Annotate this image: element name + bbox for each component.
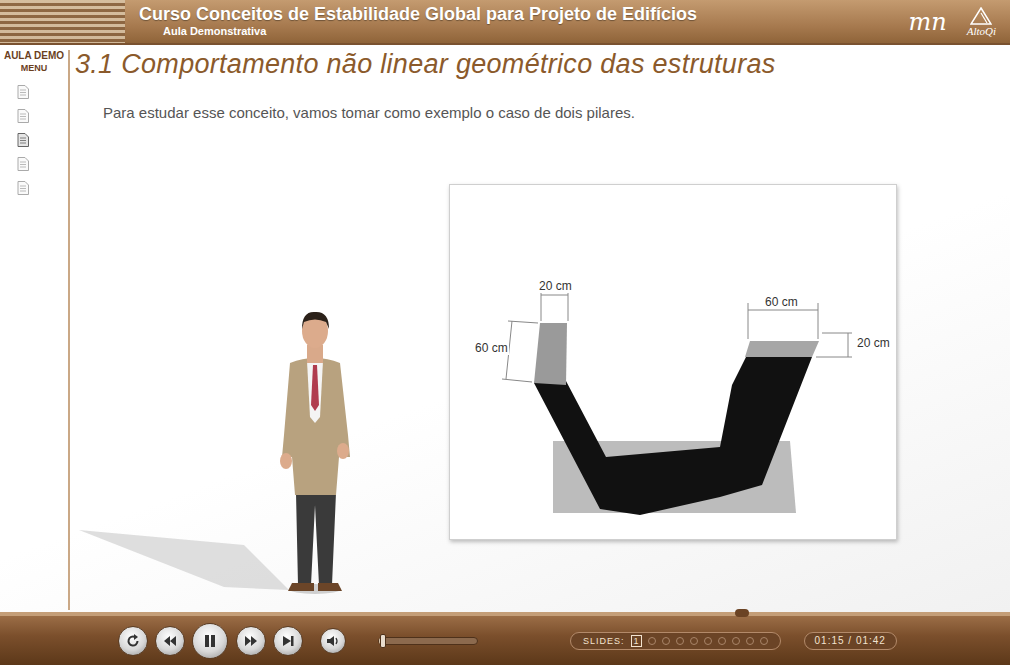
- pillars-figure: 20 cm 60 cm 60 cm 20 cm: [449, 184, 897, 540]
- sidebar-item[interactable]: [17, 109, 29, 127]
- rewind-button[interactable]: [155, 626, 185, 656]
- slide-item[interactable]: 1: [631, 635, 642, 647]
- dimension-label: 60 cm: [474, 341, 509, 355]
- menu-label: MENU: [21, 62, 48, 74]
- sidebar-item[interactable]: [17, 181, 29, 199]
- sidebar-items: [0, 85, 29, 199]
- pillars-diagram-icon: [450, 185, 898, 541]
- replay-icon: [125, 633, 141, 649]
- slide-item[interactable]: [662, 637, 670, 645]
- mn-logo: mn: [908, 8, 946, 36]
- forward-icon: [243, 633, 259, 649]
- skip-end-icon: [280, 633, 296, 649]
- lesson-content: 3.1 Comportamento não linear geométrico …: [70, 45, 1010, 612]
- pause-icon: [202, 633, 218, 649]
- header-logos: mn AltoQi: [908, 0, 1010, 43]
- course-subtitle: Aula Demonstrativa: [139, 25, 908, 38]
- altoqi-mark-icon: [970, 7, 992, 25]
- document-icon: [17, 109, 29, 123]
- header-bar: Curso Conceitos de Estabilidade Global p…: [0, 0, 1010, 45]
- volume-button[interactable]: [320, 628, 346, 654]
- speaker-icon: [325, 633, 341, 649]
- main-area: AULA DEMOMENU3.1 Comportamento não linea…: [0, 45, 1010, 612]
- slide-item[interactable]: [690, 637, 698, 645]
- document-icon: [17, 85, 29, 99]
- player-controls: SLIDES: 1 01:15 / 01:42: [0, 616, 1010, 665]
- sidebar-item[interactable]: [17, 133, 29, 151]
- slide-item[interactable]: [704, 637, 712, 645]
- dimension-label: 60 cm: [764, 295, 799, 309]
- sidebar: AULA DEMOMENU: [0, 50, 70, 610]
- sidebar-title: AULA DEMO: [4, 50, 64, 62]
- slide-item[interactable]: [732, 637, 740, 645]
- header-picture: [0, 0, 125, 43]
- document-icon: [17, 181, 29, 195]
- sidebar-item[interactable]: [17, 85, 29, 103]
- volume-slider[interactable]: [378, 637, 478, 645]
- lesson-stage: 20 cm 60 cm 60 cm 20 cm: [70, 184, 1010, 595]
- replay-button[interactable]: [118, 626, 148, 656]
- slides-navigator: SLIDES: 1: [570, 632, 781, 650]
- document-icon: [17, 133, 29, 147]
- forward-button[interactable]: [236, 626, 266, 656]
- progress-track[interactable]: [0, 612, 1010, 616]
- play-pause-button[interactable]: [192, 623, 228, 659]
- next-button[interactable]: [273, 626, 303, 656]
- slide-item[interactable]: [746, 637, 754, 645]
- altoqi-logo: AltoQi: [967, 7, 996, 37]
- slides-label: SLIDES:: [583, 635, 625, 647]
- presenter-avatar-icon: [74, 305, 364, 595]
- player-bar: SLIDES: 1 01:15 / 01:42: [0, 612, 1010, 665]
- dimension-label: 20 cm: [856, 336, 891, 350]
- time-display: 01:15 / 01:42: [804, 632, 897, 650]
- document-icon: [17, 157, 29, 171]
- slide-item[interactable]: [676, 637, 684, 645]
- header-titles: Curso Conceitos de Estabilidade Global p…: [125, 0, 908, 43]
- volume-knob[interactable]: [380, 634, 386, 648]
- course-title: Curso Conceitos de Estabilidade Global p…: [139, 3, 908, 25]
- altoqi-logo-text: AltoQi: [967, 25, 996, 37]
- progress-knob[interactable]: [735, 609, 749, 617]
- lesson-text: Para estudar esse conceito, vamos tomar …: [70, 103, 1010, 123]
- slide-item[interactable]: [760, 637, 768, 645]
- slide-item[interactable]: [718, 637, 726, 645]
- dimension-label: 20 cm: [538, 279, 573, 293]
- sidebar-item[interactable]: [17, 157, 29, 175]
- rewind-icon: [162, 633, 178, 649]
- lesson-heading: 3.1 Comportamento não linear geométrico …: [70, 47, 1010, 81]
- slide-item[interactable]: [648, 637, 656, 645]
